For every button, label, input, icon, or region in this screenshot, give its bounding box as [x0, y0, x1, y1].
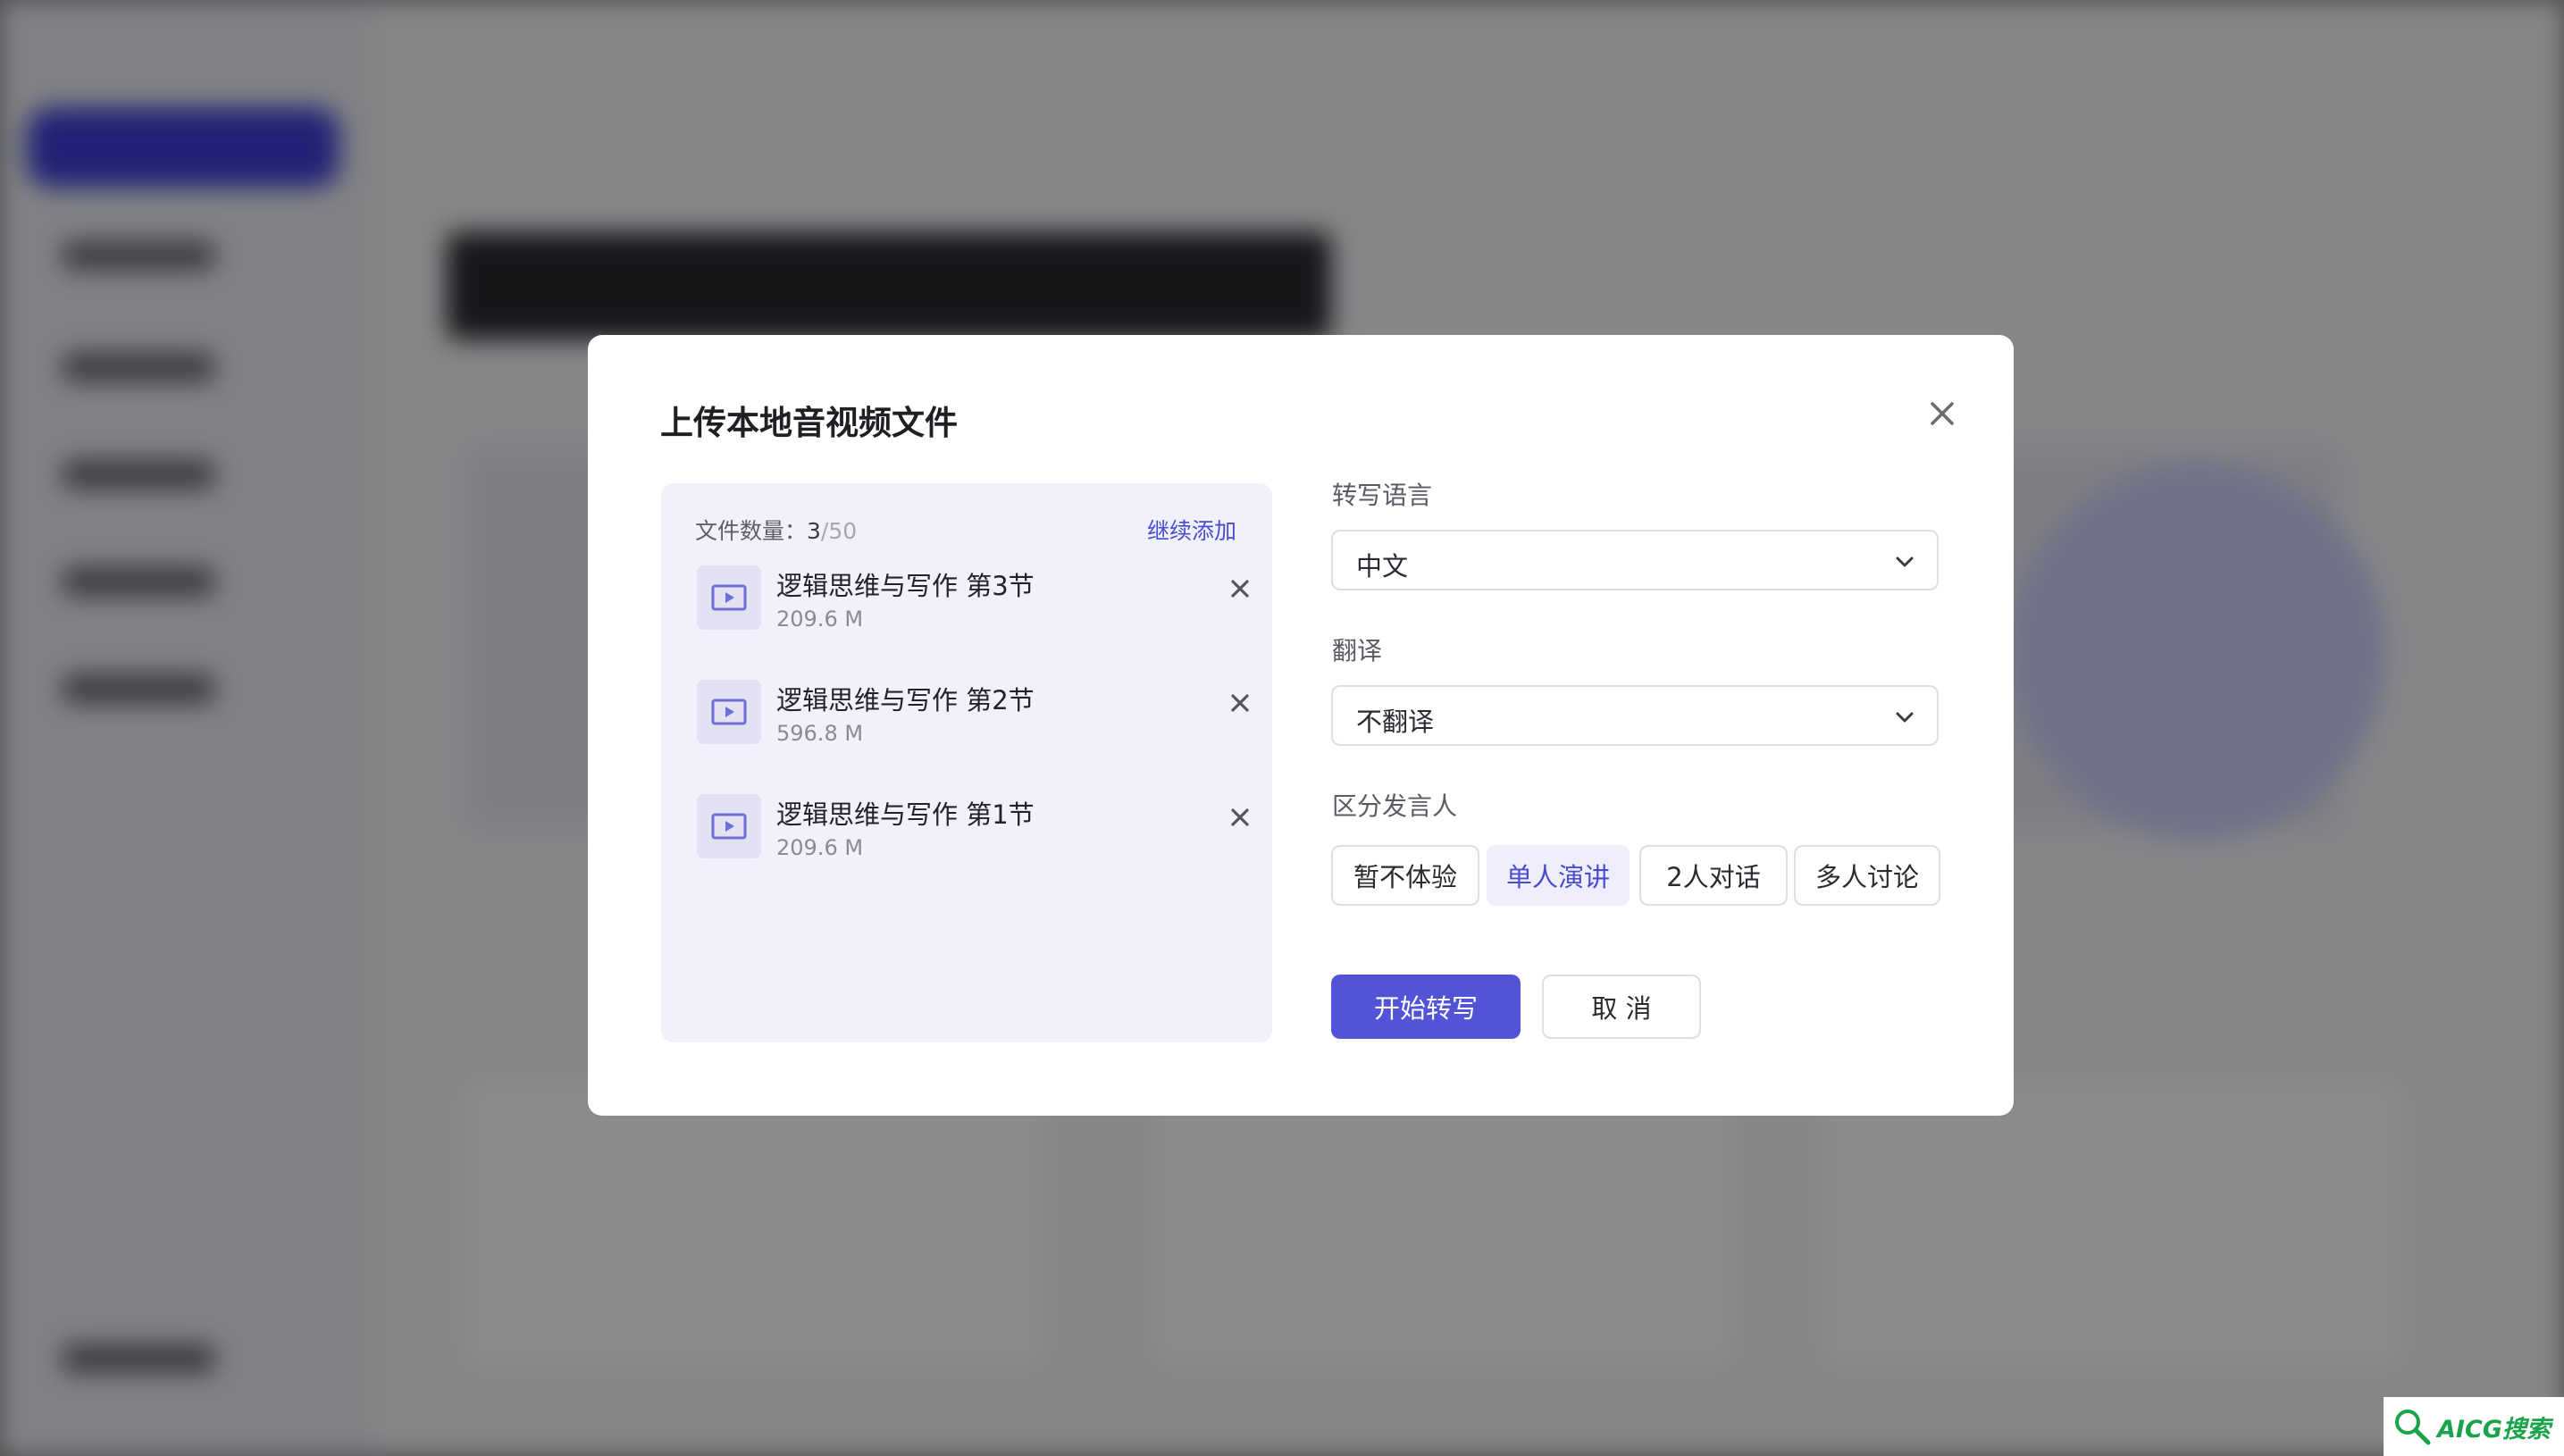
speaker-option-none[interactable]: 暂不体验: [1331, 845, 1479, 906]
search-icon: [2395, 1410, 2431, 1445]
speaker-option-multi[interactable]: 多人讨论: [1794, 845, 1940, 906]
file-name: 逻辑思维与写作 第1节: [776, 799, 1035, 830]
transcribe-language-label: 转写语言: [1332, 481, 1433, 510]
file-count-total: /50: [820, 518, 858, 544]
file-item: 逻辑思维与写作 第3节 209.6 M: [697, 556, 1249, 639]
translation-label: 翻译: [1332, 636, 1383, 665]
file-item: 逻辑思维与写作 第2节 596.8 M: [697, 671, 1249, 753]
translation-select[interactable]: 不翻译: [1331, 685, 1939, 746]
file-thumbnail: [697, 680, 761, 744]
close-icon: [1931, 402, 1954, 425]
close-icon: [1231, 694, 1249, 712]
watermark: AICG搜索: [2384, 1397, 2564, 1456]
file-list-panel: 文件数量：3/50 继续添加 逻辑思维与写作 第3节 209.6 M 逻辑思维与…: [661, 483, 1272, 1042]
video-file-icon: [711, 813, 747, 840]
remove-file-button[interactable]: [1220, 683, 1260, 723]
speaker-option-single[interactable]: 单人演讲: [1487, 845, 1630, 906]
chevron-down-icon: [1896, 556, 1914, 567]
file-thumbnail: [697, 565, 761, 630]
remove-file-button[interactable]: [1220, 569, 1260, 608]
transcribe-language-select[interactable]: 中文: [1331, 530, 1939, 590]
remove-file-button[interactable]: [1220, 798, 1260, 837]
close-icon: [1231, 808, 1249, 826]
close-icon: [1231, 580, 1249, 598]
file-count-label: 文件数量：: [695, 518, 808, 544]
close-button[interactable]: [1917, 389, 1967, 439]
cancel-button[interactable]: 取 消: [1542, 975, 1701, 1039]
speaker-option-two[interactable]: 2人对话: [1639, 845, 1788, 906]
file-count-current: 3: [807, 518, 821, 544]
translation-value: 不翻译: [1356, 707, 1435, 737]
add-more-button[interactable]: 继续添加: [1147, 514, 1236, 546]
speaker-separation-label: 区分发言人: [1332, 791, 1458, 821]
chevron-down-icon: [1896, 712, 1914, 723]
watermark-text: AICG搜索: [2437, 1415, 2551, 1443]
file-thumbnail: [697, 794, 761, 858]
video-file-icon: [711, 699, 747, 725]
video-file-icon: [711, 584, 747, 611]
transcribe-language-value: 中文: [1356, 551, 1409, 582]
file-count: 文件数量：3/50: [695, 514, 857, 546]
modal-title: 上传本地音视频文件: [660, 404, 958, 442]
upload-modal: 上传本地音视频文件 文件数量：3/50 继续添加 逻辑思维与写作 第3节 209…: [588, 335, 2014, 1116]
file-name: 逻辑思维与写作 第2节: [776, 685, 1035, 715]
file-item: 逻辑思维与写作 第1节 209.6 M: [697, 785, 1249, 867]
file-size: 596.8 M: [776, 721, 864, 746]
file-size: 209.6 M: [776, 835, 864, 860]
start-transcribe-button[interactable]: 开始转写: [1331, 975, 1521, 1039]
file-name: 逻辑思维与写作 第3节: [776, 571, 1035, 601]
file-size: 209.6 M: [776, 607, 864, 632]
